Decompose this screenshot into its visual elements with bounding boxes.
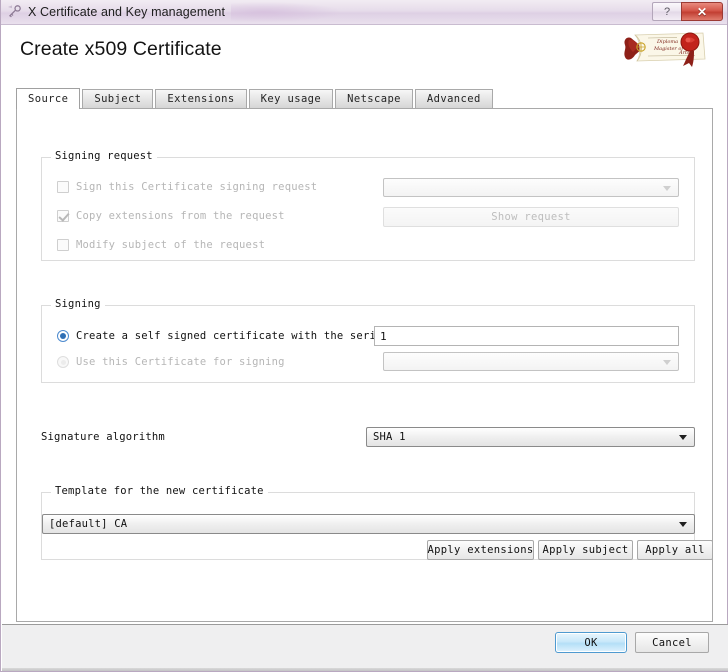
template-select-value: [default] CA	[49, 518, 128, 530]
sign-csr-checkbox-row[interactable]: Sign this Certificate signing request	[57, 179, 317, 195]
dialog-footer: OK Cancel	[2, 624, 728, 671]
footer-divider	[2, 668, 728, 671]
chevron-down-icon	[663, 359, 671, 365]
tab-netscape[interactable]: Netscape	[335, 89, 413, 108]
signature-algorithm-value: SHA 1	[373, 431, 406, 443]
tab-source[interactable]: Source	[16, 88, 81, 109]
key-certificate-icon	[7, 4, 23, 20]
sign-csr-label: Sign this Certificate signing request	[76, 181, 318, 193]
source-tab-panel: Signing request Sign this Certificate si…	[16, 108, 713, 622]
sign-csr-checkbox[interactable]	[57, 181, 69, 193]
certificate-diploma-logo: Diploma Magister of Arts	[617, 26, 713, 72]
window-controls: ? ✕	[652, 2, 723, 21]
modify-subject-checkbox[interactable]	[57, 239, 69, 251]
use-certificate-radio-row[interactable]: Use this Certificate for signing	[57, 354, 285, 370]
window-title: X Certificate and Key management	[28, 5, 226, 19]
signing-request-select[interactable]	[383, 178, 679, 197]
modify-subject-label: Modify subject of the request	[76, 239, 266, 251]
apply-subject-button[interactable]: Apply subject	[538, 540, 633, 560]
close-button[interactable]: ✕	[681, 2, 723, 21]
template-group: Template for the new certificate [defaul…	[41, 485, 713, 560]
copy-extensions-checkbox[interactable]	[57, 210, 69, 222]
show-request-button[interactable]: Show request	[383, 207, 679, 227]
page-title: Create x509 Certificate	[20, 38, 222, 60]
chevron-down-icon	[663, 185, 671, 191]
tab-subject[interactable]: Subject	[82, 89, 154, 108]
tab-key-usage[interactable]: Key usage	[248, 89, 334, 108]
signing-request-group-title: Signing request	[51, 150, 157, 162]
cancel-button[interactable]: Cancel	[635, 632, 709, 653]
signature-algorithm-label: Signature algorithm	[41, 431, 165, 443]
serial-input[interactable]: 1	[374, 326, 679, 346]
self-signed-radio[interactable]	[57, 330, 69, 342]
copy-extensions-label: Copy extensions from the request	[76, 210, 285, 222]
chevron-down-icon	[679, 522, 687, 527]
template-group-title: Template for the new certificate	[51, 485, 268, 497]
dialog-header: Create x509 Certificate Diploma Magister…	[1, 25, 727, 77]
help-button[interactable]: ?	[652, 2, 681, 21]
template-select[interactable]: [default] CA	[42, 514, 695, 534]
apply-extensions-button[interactable]: Apply extensions	[427, 540, 534, 560]
apply-all-button[interactable]: Apply all	[637, 540, 713, 560]
signing-group: Signing Create a self signed certificate…	[41, 298, 695, 383]
signing-certificate-select[interactable]	[383, 352, 679, 371]
tab-advanced[interactable]: Advanced	[414, 89, 493, 108]
tab-extensions[interactable]: Extensions	[155, 89, 247, 108]
svg-text:Diploma: Diploma	[656, 39, 678, 45]
self-signed-radio-row[interactable]: Create a self signed certificate with th…	[57, 328, 389, 344]
use-certificate-radio[interactable]	[57, 356, 69, 368]
application-window: X Certificate and Key management ? ✕ Cre…	[0, 0, 728, 672]
chevron-down-icon	[679, 435, 687, 440]
ok-button[interactable]: OK	[555, 632, 627, 653]
use-certificate-label: Use this Certificate for signing	[76, 356, 285, 368]
title-bar: X Certificate and Key management ? ✕	[1, 0, 727, 25]
signing-request-group: Signing request Sign this Certificate si…	[41, 150, 695, 261]
tab-bar: Source Subject Extensions Key usage Nets…	[16, 88, 495, 109]
modify-subject-checkbox-row[interactable]: Modify subject of the request	[57, 237, 265, 253]
copy-extensions-checkbox-row[interactable]: Copy extensions from the request	[57, 208, 285, 224]
self-signed-label: Create a self signed certificate with th…	[76, 330, 390, 342]
signature-algorithm-select[interactable]: SHA 1	[366, 427, 695, 447]
signing-group-title: Signing	[51, 298, 105, 310]
